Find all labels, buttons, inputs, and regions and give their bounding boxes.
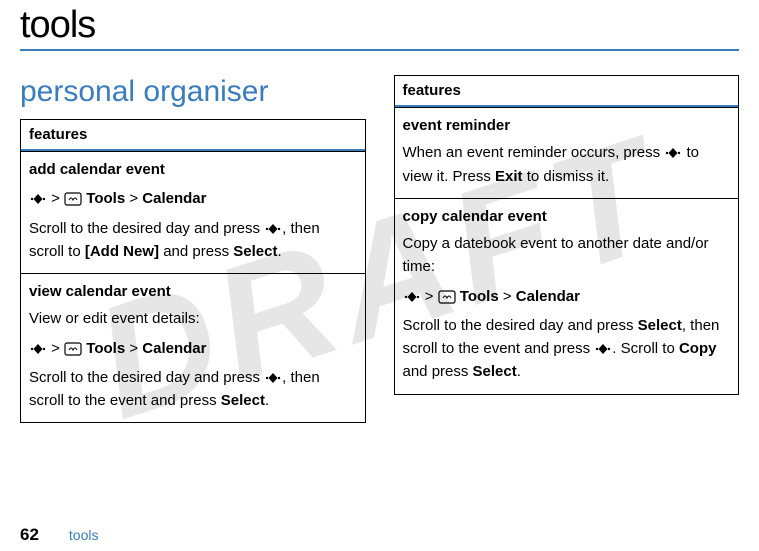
text: Scroll to the desired day and press xyxy=(403,317,638,334)
text: Scroll to the desired day and press xyxy=(29,369,264,386)
ui-label-select: Select xyxy=(221,392,265,409)
center-key-icon xyxy=(264,372,282,384)
nav-sep: > xyxy=(503,288,512,305)
text: and press xyxy=(403,363,473,380)
text: . Scroll to xyxy=(612,340,679,357)
center-key-icon xyxy=(29,193,47,205)
tools-menu-icon xyxy=(438,290,456,304)
nav-path: > Tools > Calendar xyxy=(29,337,357,360)
cell-body: Scroll to the desired day and press , th… xyxy=(29,217,357,264)
cell-intro: Copy a datebook event to another date an… xyxy=(403,232,731,279)
text: and press xyxy=(159,243,233,260)
features-table-left: features add calendar event > Tools > Ca… xyxy=(20,119,366,423)
title-rule xyxy=(20,49,739,51)
cell-body: Scroll to the desired day and press Sele… xyxy=(403,314,731,384)
text: Scroll to the desired day and press xyxy=(29,220,264,237)
page-content: tools personal organiser features add ca… xyxy=(0,4,759,423)
cell-body: Scroll to the desired day and press , th… xyxy=(29,366,357,413)
features-table-right: features event reminder When an event re… xyxy=(394,75,740,395)
nav-calendar: Calendar xyxy=(516,288,580,305)
ui-label-addnew: [Add New] xyxy=(85,243,159,260)
nav-sep: > xyxy=(129,340,138,357)
section-heading: personal organiser xyxy=(20,75,366,109)
ui-label-exit: Exit xyxy=(495,168,523,185)
cell-subhead: view calendar event xyxy=(29,280,357,303)
text: . xyxy=(517,363,521,380)
ui-label-select: Select xyxy=(233,243,277,260)
table-header: features xyxy=(395,76,739,107)
columns: personal organiser features add calendar… xyxy=(20,75,739,423)
cell-subhead: copy calendar event xyxy=(403,205,731,228)
nav-path: > Tools > Calendar xyxy=(29,187,357,210)
footer-section-label: tools xyxy=(69,527,99,543)
ui-label-select: Select xyxy=(638,317,682,334)
ui-label-select: Select xyxy=(473,363,517,380)
tools-menu-icon xyxy=(64,192,82,206)
center-key-icon xyxy=(264,223,282,235)
feature-cell-event-reminder: event reminder When an event reminder oc… xyxy=(395,107,739,198)
text: . xyxy=(277,243,281,260)
center-key-icon xyxy=(29,343,47,355)
nav-tools: Tools xyxy=(86,340,125,357)
text: . xyxy=(265,392,269,409)
nav-sep: > xyxy=(51,340,60,357)
text: to dismiss it. xyxy=(523,168,610,185)
nav-sep: > xyxy=(425,288,434,305)
page-title: tools xyxy=(20,4,739,47)
cell-subhead: add calendar event xyxy=(29,158,357,181)
page-footer: 62 tools xyxy=(20,525,99,545)
tools-menu-icon xyxy=(64,342,82,356)
page-number: 62 xyxy=(20,525,39,545)
center-key-icon xyxy=(594,343,612,355)
left-column: personal organiser features add calendar… xyxy=(20,75,366,423)
cell-intro: View or edit event details: xyxy=(29,307,357,330)
cell-body: When an event reminder occurs, press to … xyxy=(403,141,731,188)
feature-cell-copy-event: copy calendar event Copy a datebook even… xyxy=(395,198,739,394)
ui-label-copy: Copy xyxy=(679,340,717,357)
right-column: features event reminder When an event re… xyxy=(394,75,740,395)
nav-sep: > xyxy=(51,190,60,207)
nav-calendar: Calendar xyxy=(142,340,206,357)
feature-cell-view-event: view calendar event View or edit event d… xyxy=(21,273,365,422)
nav-path: > Tools > Calendar xyxy=(403,285,731,308)
nav-tools: Tools xyxy=(460,288,499,305)
table-header: features xyxy=(21,120,365,151)
nav-sep: > xyxy=(129,190,138,207)
feature-cell-add-event: add calendar event > Tools > Calendar Sc… xyxy=(21,151,365,273)
nav-tools: Tools xyxy=(86,190,125,207)
center-key-icon xyxy=(403,291,421,303)
center-key-icon xyxy=(664,147,682,159)
nav-calendar: Calendar xyxy=(142,190,206,207)
text: When an event reminder occurs, press xyxy=(403,144,665,161)
cell-subhead: event reminder xyxy=(403,114,731,137)
